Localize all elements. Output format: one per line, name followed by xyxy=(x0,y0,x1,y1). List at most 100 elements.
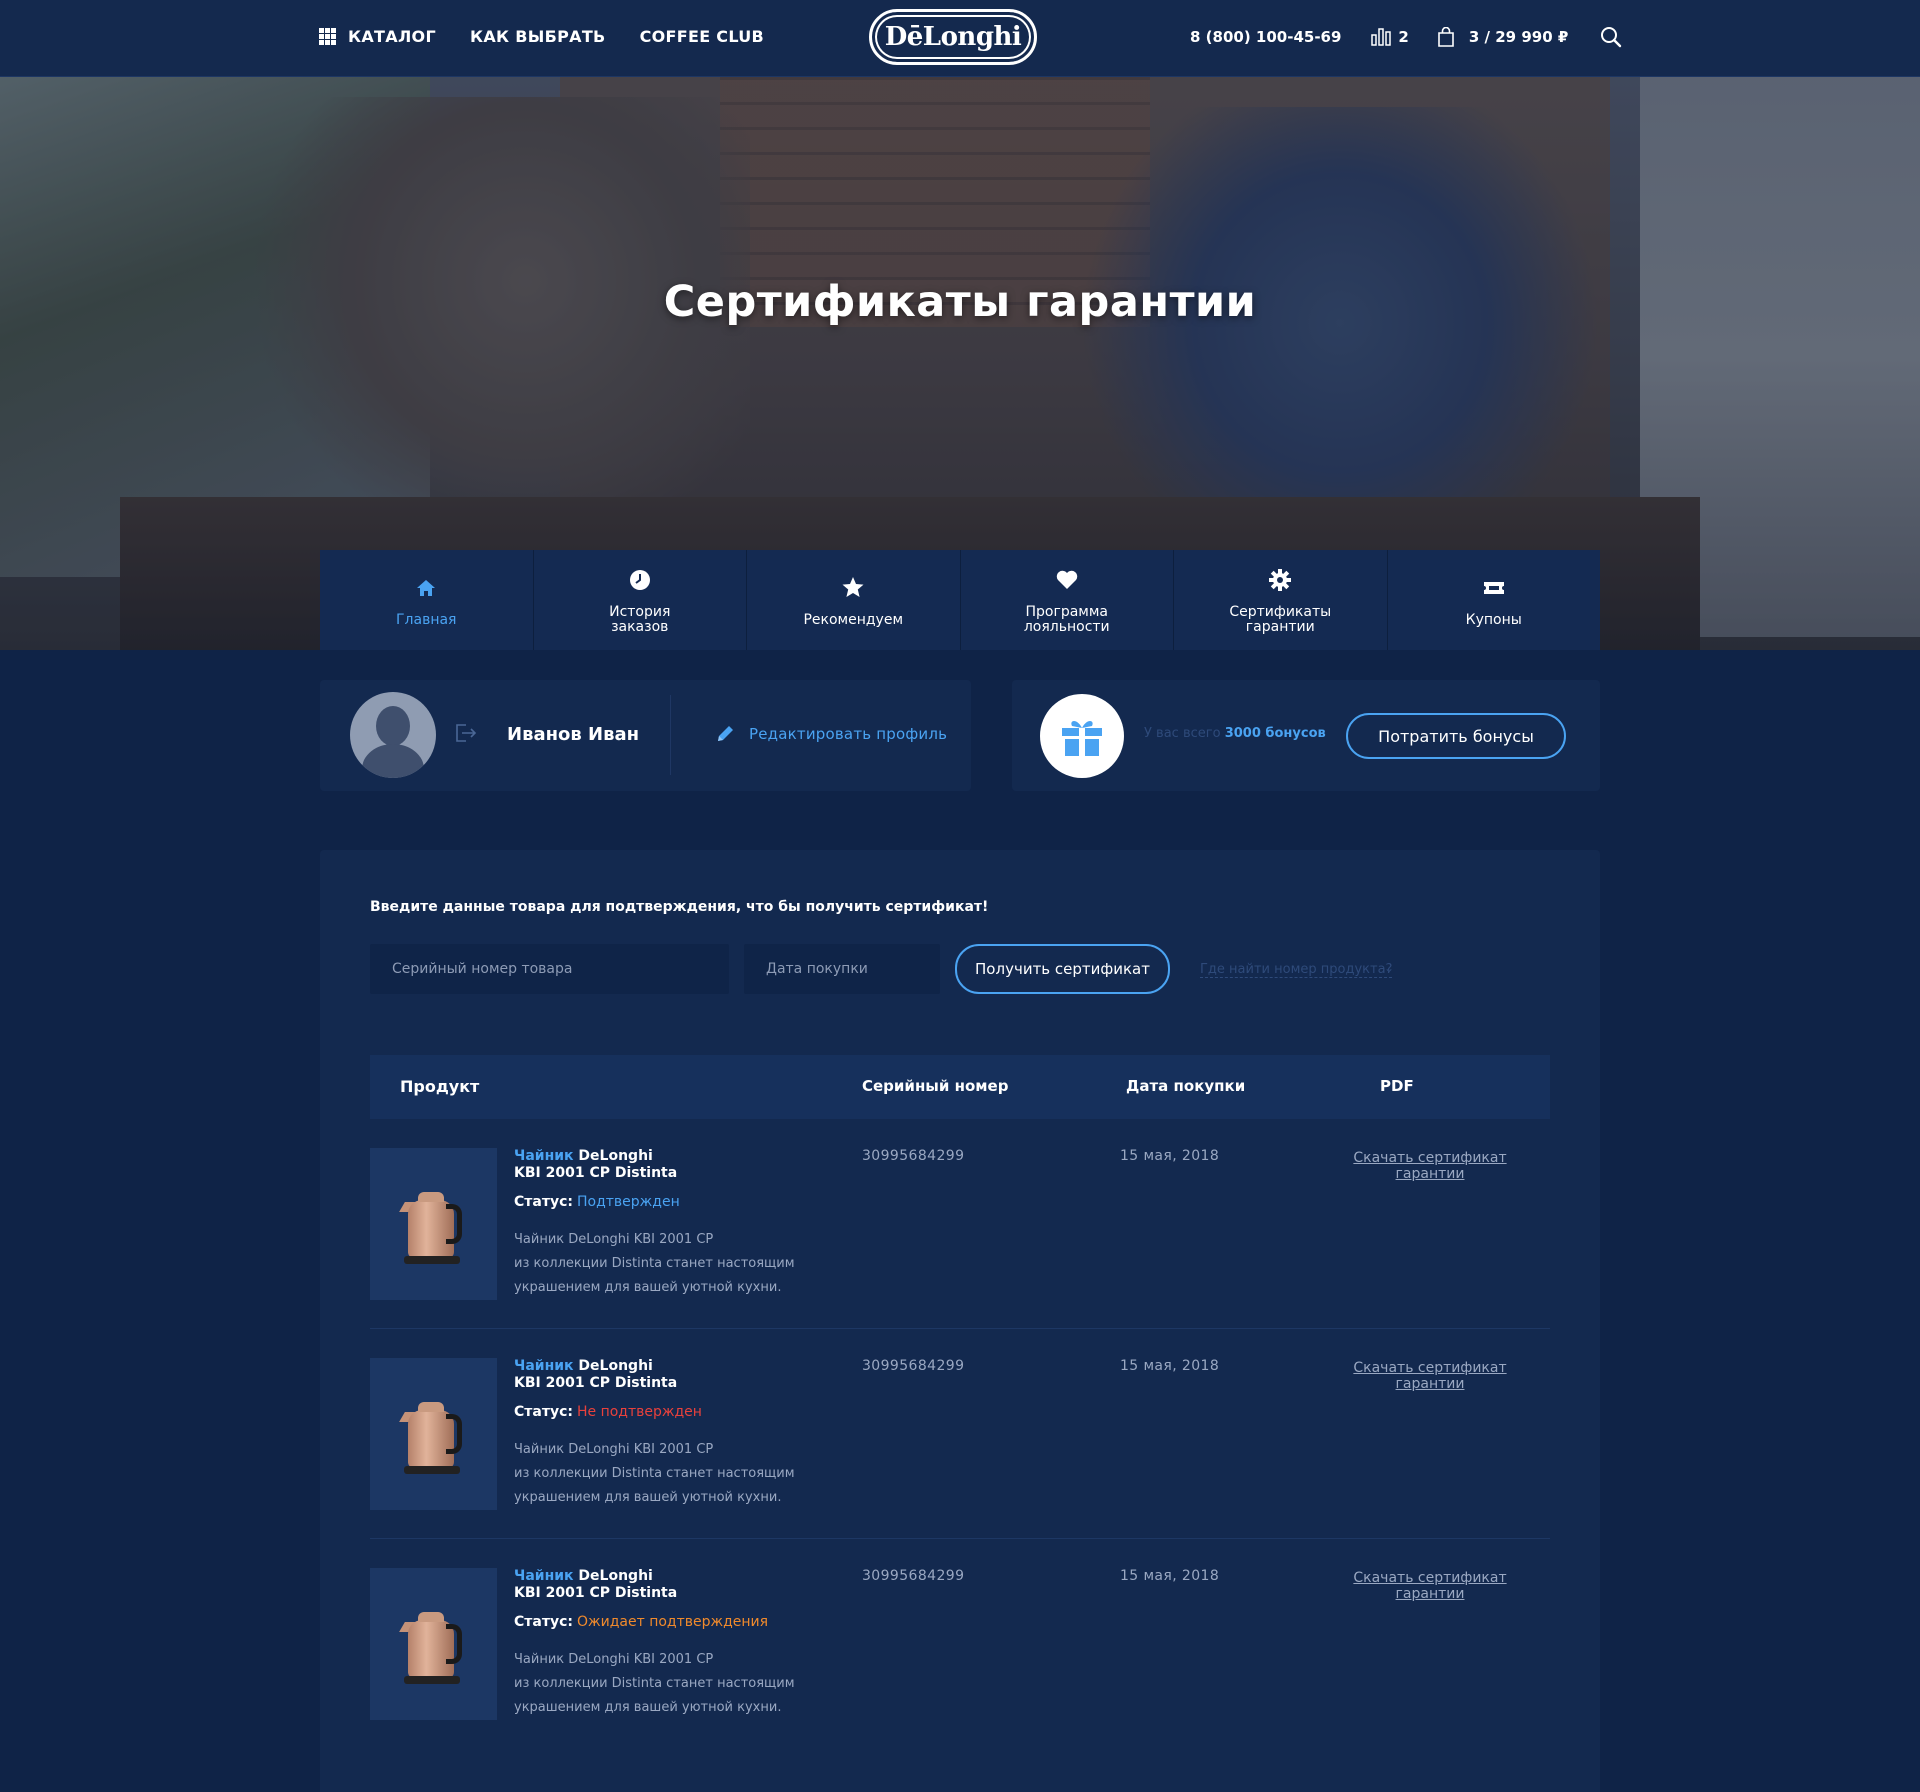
serial-number: 30995684299 xyxy=(862,1148,965,1164)
status-label: Статус: xyxy=(514,1194,573,1210)
catalog-link[interactable]: КАТАЛОГ xyxy=(319,27,436,46)
kettle-image xyxy=(398,1182,466,1266)
tab-home[interactable]: Главная xyxy=(320,550,534,650)
product-description: Чайник DeLonghi KBI 2001 CP из коллекции… xyxy=(514,1438,814,1510)
bonus-balance: У вас всего 3000 бонусов xyxy=(1144,726,1326,741)
compare-count: 2 xyxy=(1398,28,1409,46)
pdf-link-line: гарантии xyxy=(1395,1376,1465,1392)
description-line: украшением для вашей уютной кухни. xyxy=(514,1490,782,1505)
status-label: Статус: xyxy=(514,1404,573,1420)
logo-text: DēLonghi xyxy=(884,22,1022,52)
bonus-amount: 3000 бонусов xyxy=(1224,726,1326,741)
spend-bonuses-button[interactable]: Потратить бонусы xyxy=(1346,713,1566,759)
status-value: Подтвержден xyxy=(576,1194,680,1210)
certificates-panel: Введите данные товара для подтверждения,… xyxy=(320,850,1600,1792)
search-button[interactable] xyxy=(1600,26,1622,48)
product-image[interactable] xyxy=(370,1568,497,1720)
product-name[interactable]: Чайник DeLonghi KBI 2001 CP Distinta xyxy=(514,1148,677,1182)
description-line: Чайник DeLonghi KBI 2001 CP xyxy=(514,1442,714,1457)
product-status: Статус: Не подтвержден xyxy=(514,1404,702,1420)
product-description: Чайник DeLonghi KBI 2001 CP из коллекции… xyxy=(514,1228,814,1300)
product-name-accent: Чайник xyxy=(514,1148,574,1164)
product-image[interactable] xyxy=(370,1148,497,1300)
compare-button[interactable]: 2 xyxy=(1371,28,1409,46)
product-name-brand: DeLonghi xyxy=(573,1568,653,1584)
delonghi-logo[interactable]: DēLonghi xyxy=(869,9,1037,65)
product-name-brand: DeLonghi xyxy=(573,1358,653,1374)
serial-number-field[interactable] xyxy=(370,944,729,994)
star-icon xyxy=(842,577,864,597)
bonus-prefix: У вас всего xyxy=(1144,726,1221,741)
purchase-date-field[interactable] xyxy=(744,944,940,994)
download-certificate-link[interactable]: Скачать сертификат гарантии xyxy=(1340,1150,1520,1182)
kettle-image xyxy=(398,1602,466,1686)
phone-number[interactable]: 8 (800) 100-45-69 xyxy=(1190,28,1341,46)
purchase-date: 15 мая, 2018 xyxy=(1120,1148,1220,1164)
find-product-number-link[interactable]: Где найти номер продукта? xyxy=(1200,962,1393,978)
product-name[interactable]: Чайник DeLonghi KBI 2001 CP Distinta xyxy=(514,1568,677,1602)
product-description: Чайник DeLonghi KBI 2001 CP из коллекции… xyxy=(514,1648,814,1720)
chevron-down-icon: ⌄ xyxy=(1384,961,1395,975)
logout-icon xyxy=(456,724,477,742)
serial-number-input[interactable] xyxy=(392,961,729,977)
header-actions: 8 (800) 100-45-69 2 3 / 29 990 ₽ xyxy=(1190,26,1622,48)
pdf-link-line: гарантии xyxy=(1395,1586,1465,1602)
tab-label: Главная xyxy=(396,611,457,628)
product-name-model: KBI 2001 CP Distinta xyxy=(514,1585,678,1601)
avatar[interactable] xyxy=(350,692,436,778)
tab-order-history[interactable]: История заказов xyxy=(534,550,747,650)
table-row: Чайник DeLonghi KBI 2001 CP Distinta Ста… xyxy=(370,1568,1550,1746)
tab-coupons[interactable]: Купоны xyxy=(1388,550,1601,650)
status-value: Ожидает подтверждения xyxy=(576,1614,769,1630)
purchase-date-input[interactable] xyxy=(766,961,940,977)
cart-summary: 3 / 29 990 ₽ xyxy=(1468,28,1569,46)
description-line: из коллекции Distinta станет настоящим xyxy=(514,1676,795,1691)
profile-card: Иванов Иван Редактировать профиль xyxy=(320,680,971,791)
tab-label: История заказов xyxy=(609,604,671,635)
coffee-club-link[interactable]: COFFEE CLUB xyxy=(640,27,765,46)
tab-recommended[interactable]: Рекомендуем xyxy=(747,550,961,650)
pdf-link-line: Скачать сертификат xyxy=(1353,1570,1507,1586)
bonus-card: У вас всего 3000 бонусов Потратить бонус… xyxy=(1012,680,1600,791)
clock-icon xyxy=(629,570,650,590)
download-certificate-link[interactable]: Скачать сертификат гарантии xyxy=(1340,1360,1520,1392)
get-certificate-button[interactable]: Получить сертификат xyxy=(955,944,1170,994)
purchase-date: 15 мая, 2018 xyxy=(1120,1568,1220,1584)
description-line: украшением для вашей уютной кухни. xyxy=(514,1700,782,1715)
form-intro: Введите данные товара для подтверждения,… xyxy=(370,899,989,915)
tab-label: Рекомендуем xyxy=(803,611,904,628)
serial-number: 30995684299 xyxy=(862,1358,965,1374)
product-name[interactable]: Чайник DeLonghi KBI 2001 CP Distinta xyxy=(514,1358,677,1392)
how-to-choose-link[interactable]: КАК ВЫБРАТЬ xyxy=(470,27,606,46)
edit-profile-label: Редактировать профиль xyxy=(749,725,948,743)
top-header: КАТАЛОГ КАК ВЫБРАТЬ COFFEE CLUB DēLonghi… xyxy=(0,0,1920,77)
description-line: из коллекции Distinta станет настоящим xyxy=(514,1466,795,1481)
search-icon xyxy=(1601,27,1622,48)
product-image[interactable] xyxy=(370,1358,497,1510)
tab-label: Сертификаты гарантии xyxy=(1229,604,1332,635)
table-row: Чайник DeLonghi KBI 2001 CP Distinta Ста… xyxy=(370,1148,1550,1326)
tab-loyalty[interactable]: Программа лояльности xyxy=(961,550,1174,650)
gift-badge xyxy=(1040,694,1124,778)
compare-icon xyxy=(1371,28,1392,46)
description-line: украшением для вашей уютной кухни. xyxy=(514,1280,782,1295)
pencil-icon xyxy=(718,726,733,741)
edit-profile-link[interactable]: Редактировать профиль xyxy=(715,724,947,744)
download-certificate-link[interactable]: Скачать сертификат гарантии xyxy=(1340,1570,1520,1602)
pdf-link-line: Скачать сертификат xyxy=(1353,1360,1507,1376)
logout-button[interactable] xyxy=(455,723,479,747)
product-name-model: KBI 2001 CP Distinta xyxy=(514,1165,678,1181)
page: КАТАЛОГ КАК ВЫБРАТЬ COFFEE CLUB DēLonghi… xyxy=(0,0,1920,1792)
serial-number: 30995684299 xyxy=(862,1568,965,1584)
ticket-icon xyxy=(1483,581,1504,594)
description-line: Чайник DeLonghi KBI 2001 CP xyxy=(514,1652,714,1667)
product-name-accent: Чайник xyxy=(514,1358,574,1374)
product-name-brand: DeLonghi xyxy=(573,1148,653,1164)
main-nav: КАТАЛОГ КАК ВЫБРАТЬ COFFEE CLUB xyxy=(319,27,764,46)
cart-button[interactable]: 3 / 29 990 ₽ xyxy=(1437,27,1568,47)
row-divider xyxy=(370,1538,1550,1539)
product-status: Статус: Ожидает подтверждения xyxy=(514,1614,768,1630)
gear-icon xyxy=(1269,569,1292,591)
tab-certificates[interactable]: Сертификаты гарантии xyxy=(1174,550,1388,650)
divider xyxy=(670,695,671,775)
